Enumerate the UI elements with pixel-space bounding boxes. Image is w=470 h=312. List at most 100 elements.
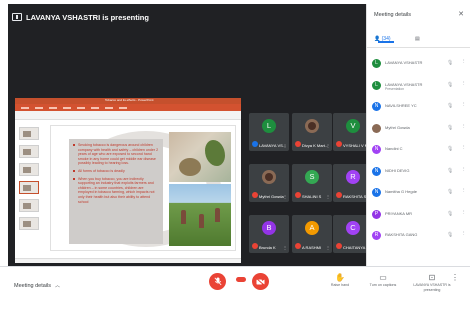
present-screen-icon bbox=[12, 13, 22, 21]
control-bar: Meeting details ︿ ✋ Raise hand ▭ Turn on… bbox=[0, 266, 470, 312]
mic-off-icon[interactable]: 🎙︎ bbox=[447, 60, 453, 66]
presentation-titlebar: Tobacco and its effects - PowerPoint bbox=[15, 98, 241, 104]
avatar: R bbox=[346, 170, 360, 184]
slide-thumbnail bbox=[19, 199, 39, 212]
tile-more-icon[interactable]: ⋮ bbox=[326, 245, 330, 250]
current-slide: Smoking tobacco is dangerous around chil… bbox=[50, 125, 236, 251]
participant-tile[interactable]: Divya K Mart... ⋮ bbox=[292, 113, 332, 151]
mic-status-icon bbox=[295, 192, 301, 198]
participant-tile[interactable]: B Brunda K ⋮ bbox=[249, 215, 289, 253]
presenting-banner: LAVANYA VSHASTRI is presenting bbox=[12, 11, 149, 23]
slide-thumbnail bbox=[19, 145, 39, 158]
participant-tile[interactable]: CCHAITANYA D⋮ bbox=[333, 215, 366, 253]
participant-list-item[interactable]: L LAVANYA VSHASTR 🎙︎ ⋮ bbox=[367, 54, 470, 76]
mic-off-icon[interactable]: 🎙︎ bbox=[447, 82, 453, 88]
participant-tile[interactable]: S SHALINI S ⋮ bbox=[292, 164, 332, 202]
close-icon[interactable]: ✕ bbox=[458, 10, 464, 18]
captions-icon: ▭ bbox=[379, 273, 387, 282]
participant-name: VYSHALI V M bbox=[343, 143, 366, 148]
participant-list-name: NIDHI DEVIG bbox=[385, 167, 410, 173]
avatar: N bbox=[372, 145, 381, 154]
more-options-button[interactable]: ⋮ bbox=[448, 273, 462, 283]
avatar: N bbox=[372, 166, 381, 176]
panel-title: Meeting details bbox=[374, 12, 411, 18]
mic-off-icon[interactable]: 🎙︎ bbox=[447, 168, 453, 174]
slide-text-panel: Smoking tobacco is dangerous around chil… bbox=[69, 139, 163, 244]
more-vert-icon[interactable]: ⋮ bbox=[461, 102, 467, 108]
participant-tile[interactable]: VVYSHALI V M⋮ bbox=[333, 113, 366, 151]
chevron-up-icon: ︿ bbox=[55, 283, 61, 289]
tile-more-icon[interactable]: ⋮ bbox=[326, 143, 330, 148]
more-vert-icon[interactable]: ⋮ bbox=[461, 81, 467, 87]
participant-list-item[interactable]: L LAVANYA VSHASTR Presentation 🎙︎ ⋮ bbox=[367, 76, 470, 98]
tile-more-icon[interactable]: ⋮ bbox=[283, 143, 287, 148]
participant-tile[interactable]: L LAVANYA VS... ⋮ bbox=[249, 113, 289, 151]
presentation-window-title: Tobacco and its effects - PowerPoint bbox=[105, 98, 154, 102]
tile-more-icon[interactable]: ⋮ bbox=[283, 245, 287, 250]
mic-off-icon[interactable]: 🎙︎ bbox=[447, 232, 453, 238]
presenting-status-button[interactable]: ⊡ LAVANYA VSHASTR is presenting bbox=[412, 273, 452, 292]
avatar bbox=[262, 170, 276, 184]
slide-thumbnails bbox=[17, 124, 41, 254]
slide-thumbnail bbox=[19, 163, 39, 176]
avatar: L bbox=[262, 119, 276, 133]
slide-bullet: All forms of tobacco is deadly bbox=[73, 169, 159, 174]
more-vert-icon: ⋮ bbox=[451, 273, 459, 282]
participant-name: Divya K Mart... bbox=[302, 143, 329, 148]
mic-off-icon[interactable]: 🎙︎ bbox=[447, 125, 453, 131]
avatar bbox=[305, 119, 319, 133]
avatar: N bbox=[372, 102, 381, 111]
tile-more-icon[interactable]: ⋮ bbox=[326, 194, 330, 199]
mic-status-icon bbox=[295, 141, 301, 147]
tab-people[interactable]: 👤 (34) bbox=[374, 36, 394, 43]
raise-hand-label: Raise hand bbox=[330, 283, 350, 287]
more-vert-icon[interactable]: ⋮ bbox=[461, 145, 467, 151]
camera-toggle-button[interactable] bbox=[252, 273, 269, 290]
participant-name: A RASHMI bbox=[302, 245, 322, 250]
slide-bullet: When you buy tobacco, you are indirectly… bbox=[73, 177, 159, 205]
more-vert-icon[interactable]: ⋮ bbox=[461, 59, 467, 65]
mic-off-icon[interactable]: 🎙︎ bbox=[447, 103, 453, 109]
participant-list-item[interactable]: N NIDHI DEVIG 🎙︎ ⋮ bbox=[367, 162, 470, 184]
more-vert-icon[interactable]: ⋮ bbox=[461, 210, 467, 216]
participant-list: L LAVANYA VSHASTR 🎙︎ ⋮ L LAVANYA VSHASTR Prese… bbox=[367, 54, 470, 248]
tab-chat[interactable]: ▤ bbox=[415, 36, 420, 42]
participant-tile[interactable]: A A RASHMI ⋮ bbox=[292, 215, 332, 253]
mic-status-icon bbox=[252, 141, 258, 147]
participant-name: Brunda K bbox=[259, 245, 276, 250]
presentation-ribbon bbox=[15, 104, 241, 111]
avatar: N bbox=[372, 188, 381, 197]
participant-name: RAKSHITA S... bbox=[343, 194, 366, 199]
participant-list-item[interactable]: N Nandini C 🎙︎ ⋮ bbox=[367, 140, 470, 162]
hangup-button[interactable] bbox=[236, 277, 246, 282]
meeting-details-button[interactable]: Meeting details ︿ bbox=[14, 282, 61, 290]
participant-list-item[interactable]: R RAKSHITA GANG 🎙︎ ⋮ bbox=[367, 226, 470, 248]
meeting-details-label: Meeting details bbox=[14, 282, 51, 289]
mic-status-icon bbox=[336, 243, 342, 249]
slide-thumbnail bbox=[19, 217, 39, 230]
more-vert-icon[interactable]: ⋮ bbox=[461, 124, 467, 130]
tile-more-icon[interactable]: ⋮ bbox=[283, 194, 287, 199]
avatar: V bbox=[346, 119, 360, 133]
hand-icon: ✋ bbox=[335, 273, 345, 282]
mic-off-icon[interactable]: 🎙︎ bbox=[447, 189, 453, 195]
participant-list-item[interactable]: N Namitha G Hegde 🎙︎ ⋮ bbox=[367, 183, 470, 205]
raise-hand-button[interactable]: ✋ Raise hand bbox=[325, 273, 355, 288]
mic-off-icon[interactable]: 🎙︎ bbox=[447, 146, 453, 152]
mic-toggle-button[interactable] bbox=[209, 273, 226, 290]
chat-icon: ▤ bbox=[415, 36, 420, 42]
participant-tile[interactable]: Mythri Gowda ⋮ bbox=[249, 164, 289, 202]
more-vert-icon[interactable]: ⋮ bbox=[461, 231, 467, 237]
participant-tile[interactable]: RRAKSHITA S...⋮ bbox=[333, 164, 366, 202]
more-vert-icon[interactable]: ⋮ bbox=[461, 167, 467, 173]
participant-list-name: LAVANYA VSHASTR bbox=[385, 60, 423, 65]
mic-off-icon[interactable]: 🎙︎ bbox=[447, 211, 453, 217]
more-vert-icon[interactable]: ⋮ bbox=[461, 188, 467, 194]
presentation-statusbar bbox=[15, 258, 241, 263]
slide-bullet: Smoking tobacco is dangerous around chil… bbox=[73, 143, 159, 166]
present-icon: ⊡ bbox=[428, 273, 436, 282]
participant-list-item[interactable]: P PRIYANKA MR 🎙︎ ⋮ bbox=[367, 205, 470, 227]
participant-list-item[interactable]: N NAVILSHREE YC 🎙︎ ⋮ bbox=[367, 97, 470, 119]
participant-list-item[interactable]: Mythri Gowda 🎙︎ ⋮ bbox=[367, 119, 470, 141]
captions-button[interactable]: ▭ Turn on captions bbox=[368, 273, 398, 288]
